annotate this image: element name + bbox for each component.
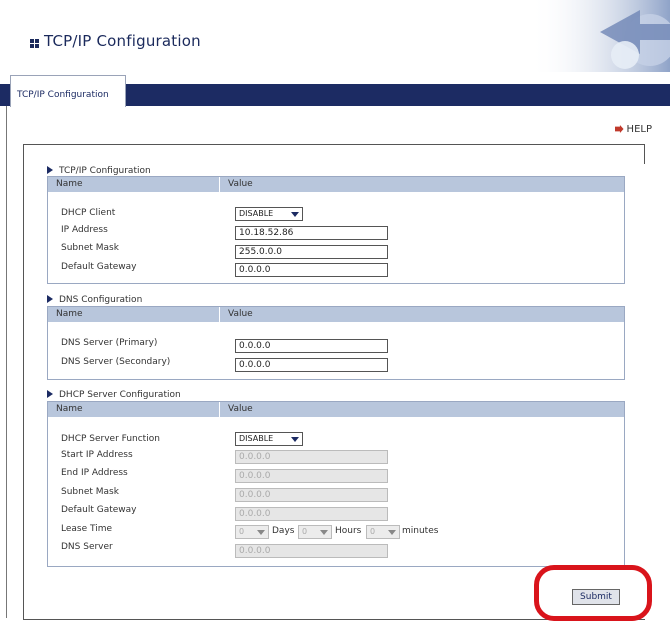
tcpip-section-title: TCP/IP Configuration xyxy=(47,166,151,176)
lease-time-label: Lease Time xyxy=(61,524,113,534)
start-ip-field[interactable]: 0.0.0.0 xyxy=(235,450,388,464)
dns-secondary-label: DNS Server (Secondary) xyxy=(61,357,171,367)
lease-hours-select[interactable]: 0 xyxy=(298,525,332,539)
help-arrow-icon xyxy=(614,125,624,133)
hours-text: Hours xyxy=(335,526,362,536)
minutes-text: minutes xyxy=(402,526,439,536)
page-title: TCP/IP Configuration xyxy=(44,32,201,50)
dhcp-server-title-text: DHCP Server Configuration xyxy=(59,390,181,400)
page-header: TCP/IP Configuration xyxy=(0,0,670,72)
default-gateway-label: Default Gateway xyxy=(61,262,137,272)
dhcp-subnet-mask-label: Subnet Mask xyxy=(61,487,119,497)
dhcp-client-label: DHCP Client xyxy=(61,208,116,218)
days-text: Days xyxy=(272,526,295,536)
col-name-header: Name xyxy=(48,307,220,322)
lease-days-selected: 0 xyxy=(239,527,245,536)
dhcp-server-section-title: DHCP Server Configuration xyxy=(47,390,181,400)
subnet-mask-label: Subnet Mask xyxy=(61,243,119,253)
start-ip-label: Start IP Address xyxy=(61,450,133,460)
col-value-header: Value xyxy=(220,177,624,192)
triangle-icon xyxy=(47,295,53,303)
highlight-circle xyxy=(534,565,652,621)
chevron-down-icon xyxy=(320,530,328,535)
chevron-down-icon xyxy=(291,437,299,442)
col-value-header: Value xyxy=(220,402,624,417)
ip-address-label: IP Address xyxy=(61,225,108,235)
col-name-header: Name xyxy=(48,177,220,192)
help-link[interactable]: HELP xyxy=(614,124,652,135)
dhcp-function-select[interactable]: DISABLE xyxy=(235,432,303,446)
dns-table: Name Value DNS Server (Primary) 0.0.0.0 … xyxy=(47,306,625,380)
lease-days-select[interactable]: 0 xyxy=(235,525,269,539)
dhcp-client-select[interactable]: DISABLE xyxy=(235,207,303,221)
tab-tcpip-configuration[interactable]: TCP/IP Configuration xyxy=(10,75,126,107)
lease-hours-selected: 0 xyxy=(302,527,308,536)
dhcp-gateway-label: Default Gateway xyxy=(61,505,137,515)
triangle-icon xyxy=(47,166,53,174)
dns-secondary-field[interactable]: 0.0.0.0 xyxy=(235,358,388,372)
help-label: HELP xyxy=(626,124,652,135)
frame-edge xyxy=(644,144,645,164)
tcpip-title-text: TCP/IP Configuration xyxy=(59,166,151,176)
end-ip-field[interactable]: 0.0.0.0 xyxy=(235,469,388,483)
tcpip-table: Name Value DHCP Client DISABLE IP Addres… xyxy=(47,176,625,284)
col-name-header: Name xyxy=(48,402,220,417)
default-gateway-field[interactable]: 0.0.0.0 xyxy=(235,263,388,277)
dns-section-title: DNS Configuration xyxy=(47,295,142,305)
dns-title-text: DNS Configuration xyxy=(59,295,143,305)
dhcp-dns-field[interactable]: 0.0.0.0 xyxy=(235,544,388,558)
left-border xyxy=(6,106,7,618)
network-graphic-icon xyxy=(530,0,670,72)
dns-primary-field[interactable]: 0.0.0.0 xyxy=(235,339,388,353)
dhcp-subnet-mask-field[interactable]: 0.0.0.0 xyxy=(235,488,388,502)
lease-minutes-selected: 0 xyxy=(370,527,376,536)
lease-minutes-select[interactable]: 0 xyxy=(366,525,400,539)
dhcp-gateway-field[interactable]: 0.0.0.0 xyxy=(235,507,388,521)
chevron-down-icon xyxy=(257,530,265,535)
subnet-mask-field[interactable]: 255.0.0.0 xyxy=(235,245,388,259)
triangle-icon xyxy=(47,390,53,398)
dhcp-dns-label: DNS Server xyxy=(61,542,113,552)
col-value-header: Value xyxy=(220,307,624,322)
dhcp-client-selected: DISABLE xyxy=(239,209,274,218)
dns-primary-label: DNS Server (Primary) xyxy=(61,338,158,348)
dhcp-server-table: Name Value DHCP Server Function DISABLE … xyxy=(47,401,625,567)
dhcp-function-label: DHCP Server Function xyxy=(61,434,160,444)
tab-label: TCP/IP Configuration xyxy=(17,90,109,100)
dhcp-function-selected: DISABLE xyxy=(239,434,274,443)
chevron-down-icon xyxy=(388,530,396,535)
chevron-down-icon xyxy=(291,212,299,217)
grid-icon xyxy=(30,39,39,48)
end-ip-label: End IP Address xyxy=(61,468,128,478)
ip-address-field[interactable]: 10.18.52.86 xyxy=(235,226,388,240)
